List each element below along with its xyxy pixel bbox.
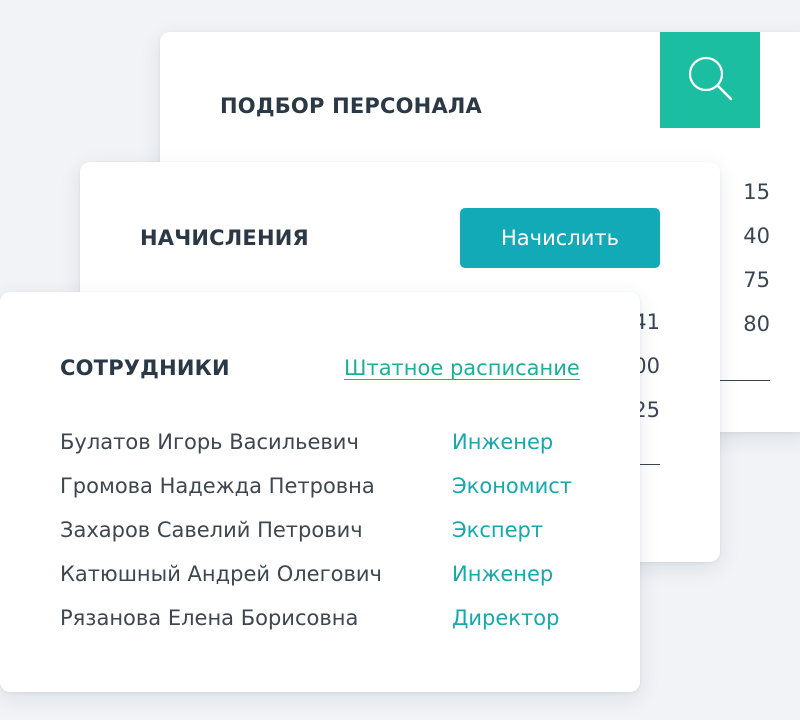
recruitment-title: ПОДБОР ПЕРСОНАЛА: [220, 94, 482, 118]
employee-name: Катюшный Андрей Олегович: [60, 562, 382, 586]
employee-role-link[interactable]: Инженер: [452, 430, 553, 454]
employee-role-link[interactable]: Инженер: [452, 562, 553, 586]
employee-role-link[interactable]: Директор: [452, 606, 559, 630]
employee-name: Булатов Игорь Васильевич: [60, 430, 359, 454]
employee-name: Захаров Савелий Петрович: [60, 518, 363, 542]
recruitment-number: 80: [743, 312, 770, 336]
employee-row[interactable]: Громова Надежда Петровна Экономист: [60, 474, 600, 504]
employees-card: СОТРУДНИКИ Штатное расписание Булатов Иг…: [0, 292, 640, 692]
employee-role-link[interactable]: Эксперт: [452, 518, 543, 542]
staffing-schedule-link[interactable]: Штатное расписание: [344, 356, 580, 380]
employee-name: Рязанова Елена Борисовна: [60, 606, 359, 630]
employee-role-link[interactable]: Экономист: [452, 474, 572, 498]
recruitment-number: 75: [743, 268, 770, 292]
employee-row[interactable]: Булатов Игорь Васильевич Инженер: [60, 430, 600, 460]
recruitment-number: 15: [743, 180, 770, 204]
recruitment-total-rule: [720, 380, 770, 381]
recruitment-number: 40: [743, 224, 770, 248]
employees-title: СОТРУДНИКИ: [60, 356, 230, 380]
employee-name: Громова Надежда Петровна: [60, 474, 375, 498]
employee-row[interactable]: Рязанова Елена Борисовна Директор: [60, 606, 600, 636]
employee-row[interactable]: Катюшный Андрей Олегович Инженер: [60, 562, 600, 592]
accruals-title: НАЧИСЛЕНИЯ: [140, 226, 309, 250]
employee-row[interactable]: Захаров Савелий Петрович Эксперт: [60, 518, 600, 548]
